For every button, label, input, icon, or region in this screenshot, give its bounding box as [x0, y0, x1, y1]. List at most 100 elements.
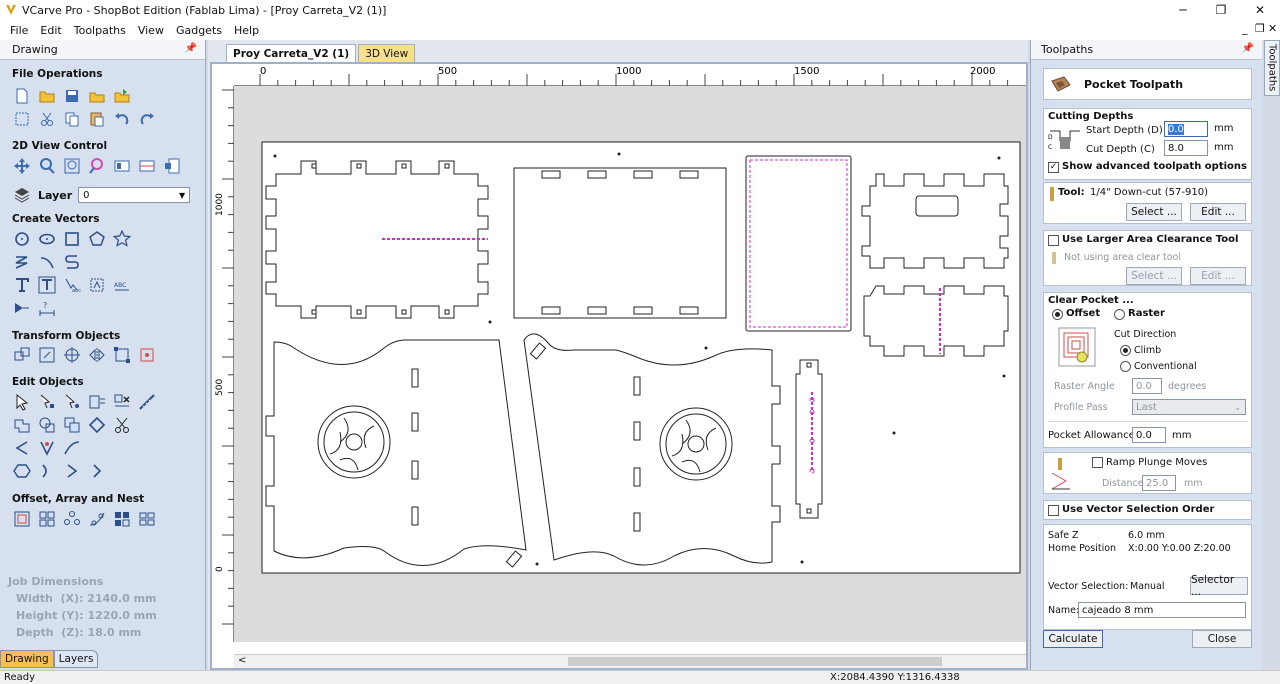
clearance-edit-button[interactable]: Edit ... — [1190, 267, 1246, 285]
clearance-select-button[interactable]: Select ... — [1126, 267, 1182, 285]
measure-icon[interactable] — [137, 393, 157, 411]
menu-view[interactable]: View — [132, 24, 170, 37]
set-position-icon[interactable] — [137, 346, 157, 364]
redo-icon[interactable] — [137, 110, 157, 128]
node-edit-icon[interactable] — [37, 393, 57, 411]
save-icon[interactable] — [62, 87, 82, 105]
close-button[interactable]: Close — [1192, 630, 1252, 648]
drawing-canvas[interactable] — [234, 86, 1026, 642]
view-layout-icon[interactable] — [162, 157, 182, 175]
bracket-icon[interactable] — [62, 462, 82, 480]
ellipse-icon[interactable] — [37, 230, 57, 248]
extend-icon[interactable] — [37, 462, 57, 480]
import-icon[interactable] — [87, 87, 107, 105]
cut-depth-input[interactable]: 8.0 — [1164, 140, 1208, 156]
pin-icon[interactable]: 📌 — [1242, 43, 1254, 54]
circle-icon[interactable] — [12, 230, 32, 248]
align-icon[interactable] — [62, 346, 82, 364]
job-setup-icon[interactable] — [12, 110, 32, 128]
start-depth-input[interactable]: 0.0 — [1164, 121, 1208, 137]
profile-pass-select[interactable]: Last ⌄ — [1132, 399, 1246, 415]
conventional-radio[interactable] — [1120, 361, 1131, 372]
paste-icon[interactable] — [87, 110, 107, 128]
ramp-checkbox[interactable] — [1092, 457, 1103, 468]
array-icon[interactable] — [37, 510, 57, 528]
layer-select[interactable]: 0 ▼ — [78, 187, 191, 203]
scissors-icon[interactable] — [112, 416, 132, 434]
drawing-view[interactable]: 0 500 1000 1500 2000 1000 500 0 < — [210, 62, 1028, 670]
pan-icon[interactable] — [12, 157, 32, 175]
text-on-curve-icon[interactable]: abc — [62, 276, 82, 294]
view-preset-icon[interactable] — [112, 157, 132, 175]
scale-icon[interactable] — [37, 346, 57, 364]
cut-icon[interactable] — [37, 110, 57, 128]
close-icon[interactable]: ✕ — [1240, 0, 1280, 20]
new-file-icon[interactable] — [12, 87, 32, 105]
menu-edit[interactable]: Edit — [34, 24, 67, 37]
pin-icon[interactable]: 📌 — [185, 43, 197, 54]
intersect-icon[interactable] — [62, 416, 82, 434]
undo-icon[interactable] — [112, 110, 132, 128]
ramp-distance-input[interactable]: 25.0 — [1142, 475, 1176, 491]
doc-minimize-icon[interactable]: _ — [1242, 22, 1248, 35]
dimension-icon[interactable]: ? — [37, 299, 57, 317]
trim-icon[interactable] — [87, 416, 107, 434]
move-icon[interactable] — [12, 346, 32, 364]
export-icon[interactable] — [112, 87, 132, 105]
open-file-icon[interactable] — [37, 87, 57, 105]
zoom-icon[interactable] — [37, 157, 57, 175]
tab-drawing[interactable]: Drawing — [0, 650, 54, 668]
doc-restore-icon[interactable]: ❐ — [1255, 22, 1265, 35]
distort-icon[interactable] — [112, 346, 132, 364]
vector-order-checkbox[interactable] — [1048, 505, 1059, 516]
zoom-selection-icon[interactable] — [87, 157, 107, 175]
menu-file[interactable]: File — [0, 24, 34, 37]
curve-fit-icon[interactable] — [62, 439, 82, 457]
minimize-icon[interactable]: ─ — [1163, 0, 1203, 20]
mirror-icon[interactable] — [87, 346, 107, 364]
tab-3d-view[interactable]: 3D View — [358, 44, 416, 62]
zoom-extents-icon[interactable] — [62, 157, 82, 175]
restore-icon[interactable]: ❐ — [1201, 0, 1241, 20]
view-split-icon[interactable] — [137, 157, 157, 175]
doc-close-icon[interactable]: ✕ — [1268, 22, 1277, 35]
copy-along-vector-icon[interactable] — [87, 510, 107, 528]
toolpath-name-input[interactable]: cajeado 8 mm — [1078, 602, 1246, 618]
circular-array-icon[interactable] — [62, 510, 82, 528]
nest-icon[interactable] — [112, 510, 132, 528]
weld-icon[interactable] — [12, 416, 32, 434]
delete-duplicates-icon[interactable] — [112, 393, 132, 411]
arc-icon[interactable] — [37, 253, 57, 271]
copy-icon[interactable] — [62, 110, 82, 128]
star-icon[interactable] — [112, 230, 132, 248]
calculate-button[interactable]: Calculate — [1043, 630, 1103, 648]
tool-select-button[interactable]: Select ... — [1126, 203, 1182, 221]
nest-parts-icon[interactable] — [137, 510, 157, 528]
close-vectors-icon[interactable] — [37, 439, 57, 457]
menu-help[interactable]: Help — [228, 24, 265, 37]
pocket-allowance-input[interactable]: 0.0 — [1132, 427, 1166, 443]
curve-icon[interactable] — [62, 253, 82, 271]
subtract-icon[interactable] — [37, 416, 57, 434]
polyline-icon[interactable] — [12, 253, 32, 271]
text-arc-icon[interactable] — [87, 276, 107, 294]
polygon-icon[interactable] — [87, 230, 107, 248]
clearance-tool-checkbox[interactable] — [1048, 235, 1059, 246]
offset-radio[interactable] — [1052, 309, 1063, 320]
tool-edit-button[interactable]: Edit ... — [1190, 203, 1246, 221]
advanced-options-checkbox[interactable]: ✓ — [1048, 162, 1059, 173]
circle-fit-icon[interactable] — [12, 462, 32, 480]
raster-radio[interactable] — [1114, 309, 1125, 320]
toolpaths-side-tab[interactable]: Toolpaths — [1264, 40, 1280, 96]
tab-2d-drawing[interactable]: Proy Carreta_V2 (1) — [226, 44, 357, 62]
offset-icon[interactable] — [12, 510, 32, 528]
text-icon[interactable] — [12, 276, 32, 294]
menu-gadgets[interactable]: Gadgets — [170, 24, 228, 37]
horizontal-scrollbar[interactable]: < — [234, 654, 1026, 668]
vector-validator-icon[interactable] — [87, 393, 107, 411]
selector-button[interactable]: Selector ... — [1190, 574, 1248, 598]
scroll-thumb[interactable] — [568, 657, 942, 666]
menu-toolpaths[interactable]: Toolpaths — [68, 24, 132, 37]
fillet-icon[interactable] — [12, 299, 32, 317]
text-spacing-icon[interactable]: ABC — [112, 276, 132, 294]
